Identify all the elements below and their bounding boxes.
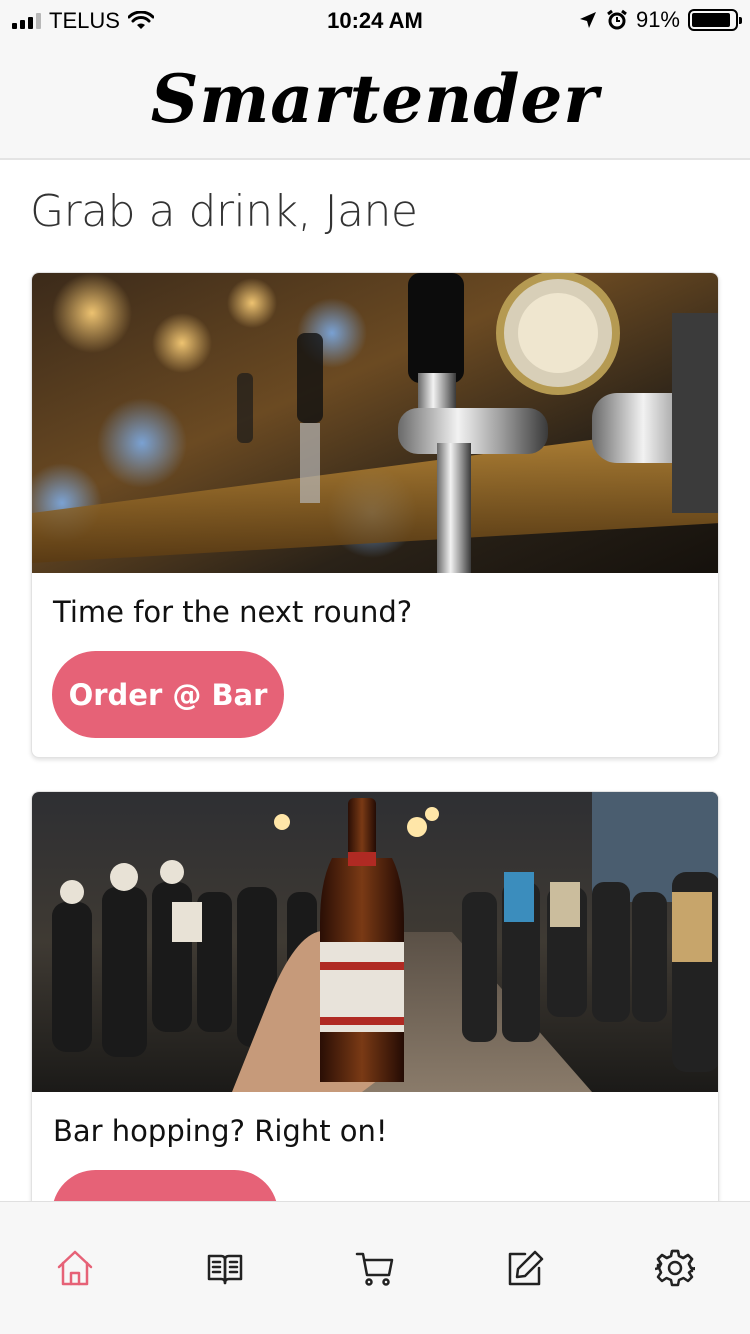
tab-home[interactable] (53, 1246, 97, 1290)
card-text: Time for the next round? (53, 595, 413, 629)
tab-edit[interactable] (503, 1246, 547, 1290)
gear-icon (655, 1249, 695, 1287)
edit-icon (508, 1250, 544, 1286)
location-arrow-icon (579, 12, 596, 28)
battery-percent: 91% (635, 7, 680, 32)
cart-icon (355, 1252, 394, 1286)
tab-cart[interactable] (353, 1246, 397, 1290)
battery-icon (688, 9, 742, 31)
street-beer-image (32, 792, 718, 1092)
home-icon (57, 1250, 93, 1286)
bottom-tab-bar (0, 1201, 750, 1334)
bar-hopping-card: Bar hopping? Right on! (31, 791, 719, 1271)
tab-menu[interactable] (203, 1246, 247, 1290)
app-logo: Smartender (150, 60, 600, 138)
status-right: 91% (578, 7, 742, 33)
alarm-icon (607, 9, 627, 30)
order-at-bar-button[interactable]: Order @ Bar (52, 651, 284, 738)
book-icon (207, 1254, 243, 1285)
status-bar: TELUS 10:24 AM 91% (0, 0, 750, 40)
greeting-title: Grab a drink, Jane (30, 186, 418, 237)
card-text: Bar hopping? Right on! (53, 1114, 388, 1148)
tab-settings[interactable] (653, 1246, 697, 1290)
order-card: Time for the next round? Order @ Bar (31, 272, 719, 758)
app-header: Smartender (0, 40, 750, 160)
beer-taps-image (32, 273, 718, 573)
